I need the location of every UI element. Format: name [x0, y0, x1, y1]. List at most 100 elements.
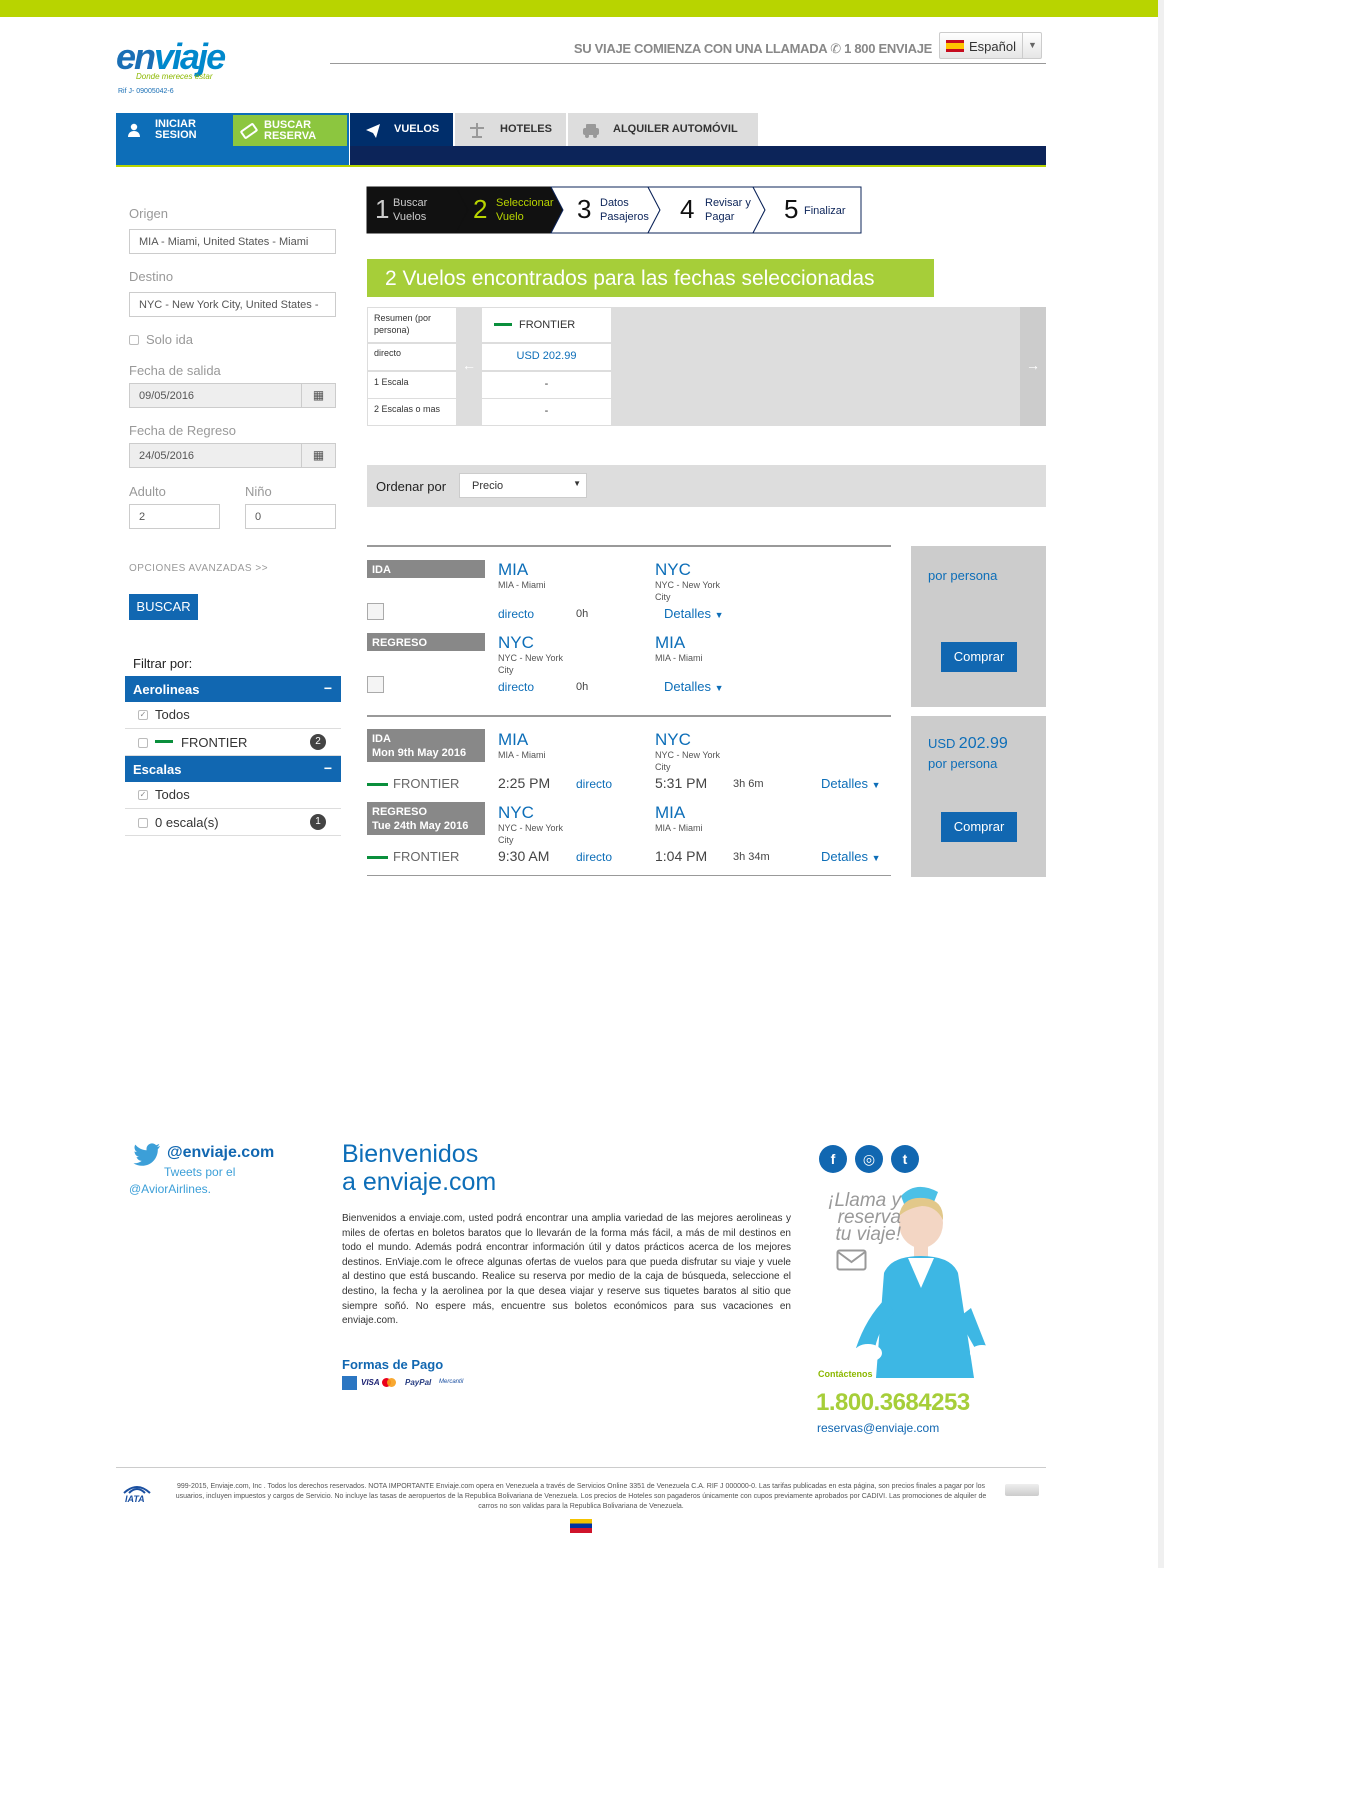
- step-4[interactable]: 4 Revisar y Pagar: [672, 187, 772, 233]
- step-l1: Seleccionar: [496, 197, 554, 209]
- buscar-reserva-button[interactable]: BUSCAR RESERVA: [231, 113, 349, 167]
- regreso-date-input[interactable]: 24/05/2016: [129, 443, 302, 468]
- destino-label: Destino: [129, 269, 174, 284]
- mail-icon: [836, 1249, 867, 1271]
- step-text: Seleccionar Vuelo: [496, 196, 553, 224]
- twitter-icon[interactable]: [132, 1142, 162, 1168]
- escalas-filter-label: Escalas: [133, 762, 182, 777]
- language-select[interactable]: Español ▼: [939, 32, 1042, 59]
- user-icon: [128, 123, 140, 137]
- adulto-input[interactable]: 2: [129, 504, 220, 529]
- detalles-label: Detalles: [664, 606, 711, 621]
- login-button[interactable]: INICIAR SESION: [116, 113, 231, 167]
- step-l1: Datos: [600, 197, 629, 209]
- contact-phone[interactable]: 1.800.3684253: [816, 1389, 970, 1417]
- buscar-button[interactable]: BUSCAR: [129, 594, 198, 620]
- tab-vuelos[interactable]: VUELOS: [350, 113, 453, 146]
- chevron-down-icon: ▼: [871, 780, 881, 790]
- logo-text-en: en: [116, 36, 156, 77]
- checkbox-checked[interactable]: ✓: [138, 790, 148, 800]
- step-num: 4: [680, 194, 695, 224]
- tab-hoteles-label: HOTELES: [500, 123, 552, 135]
- calendar-icon[interactable]: ▦: [301, 383, 336, 408]
- tab-hoteles[interactable]: HOTELES: [455, 113, 566, 146]
- departure-time: 9:30 AM: [498, 848, 550, 864]
- checkbox-checked[interactable]: ✓: [138, 710, 148, 720]
- llama-reserva-text: ¡Llama y reserva tu viaje!: [816, 1191, 901, 1244]
- aerolineas-filter-header[interactable]: Aerolineas −: [125, 676, 341, 702]
- result-card-1: IDA MIA MIA - Miami NYC NYC - New York C…: [367, 545, 891, 715]
- filter-aerolineas-todos[interactable]: ✓ Todos: [125, 702, 341, 729]
- regreso-chip-label: REGRESO: [372, 806, 428, 818]
- origen-input[interactable]: MIA - Miami, United States - Miami: [129, 229, 336, 254]
- step-3[interactable]: 3 Datos Pasajeros: [569, 187, 665, 233]
- count-badge: 2: [310, 734, 326, 750]
- detalles-link[interactable]: Detalles ▼: [664, 606, 724, 621]
- step-2-active[interactable]: 2 Seleccionar Vuelo: [465, 187, 561, 233]
- contact-email[interactable]: reservas@enviaje.com: [817, 1421, 939, 1435]
- stops-label: directo: [576, 777, 613, 791]
- detalles-label: Detalles: [821, 776, 868, 791]
- destino-input[interactable]: NYC - New York City, United States -: [129, 292, 336, 317]
- matrix-prev[interactable]: ←: [456, 307, 482, 426]
- formas-pago-title: Formas de Pago: [342, 1357, 444, 1372]
- checkbox[interactable]: [138, 818, 148, 828]
- checkbox[interactable]: [138, 738, 148, 748]
- partner-logo: [1005, 1484, 1039, 1496]
- chevron-down-icon: ▼: [1022, 33, 1042, 58]
- twitter-handle[interactable]: @enviaje.com: [167, 1144, 274, 1162]
- comprar-button[interactable]: Comprar: [941, 812, 1017, 842]
- step-5[interactable]: 5 Finalizar: [776, 187, 861, 233]
- filter-escalas-0[interactable]: 0 escala(s) 1: [125, 809, 341, 836]
- matrix-row-label: Resumen (por persona): [368, 308, 456, 343]
- amex-icon: [342, 1376, 357, 1390]
- spain-flag-icon: [946, 40, 964, 52]
- step-1[interactable]: 1 Buscar Vuelos: [367, 187, 457, 233]
- facebook-icon[interactable]: f: [819, 1145, 847, 1173]
- welcome-line-2: a enviaje.com: [342, 1168, 497, 1196]
- enviaje-logo[interactable]: enviaje Donde mereces estar Rif J- 09005…: [116, 32, 256, 95]
- collapse-icon[interactable]: −: [324, 760, 332, 776]
- stops-label: directo: [498, 607, 535, 621]
- comprar-button[interactable]: Comprar: [941, 642, 1017, 672]
- payment-methods: VISA PayPal Mercantil: [342, 1376, 477, 1392]
- chevron-down-icon: ▼: [714, 610, 724, 620]
- detalles-link[interactable]: Detalles ▼: [821, 776, 881, 791]
- matrix-empty-cell: -: [482, 399, 611, 426]
- origin-city: MIA - Miami: [498, 750, 546, 760]
- origin-code: MIA: [498, 560, 529, 579]
- filter-airline-frontier[interactable]: FRONTIER 2: [125, 729, 341, 756]
- detalles-link[interactable]: Detalles ▼: [821, 849, 881, 864]
- step-l2: Pagar: [705, 211, 735, 223]
- salida-date-input[interactable]: 09/05/2016: [129, 383, 302, 408]
- collapse-icon[interactable]: −: [324, 680, 332, 696]
- stops-label: directo: [576, 850, 613, 864]
- header-slogan: SU VIAJE COMIENZA CON UNA LLAMADA ✆ 1 80…: [520, 41, 932, 57]
- language-label: Español: [969, 39, 1016, 54]
- solo-ida-label: Solo ida: [146, 332, 193, 347]
- matrix-row-label: directo: [368, 344, 456, 371]
- plane-icon: [366, 124, 380, 138]
- sort-select[interactable]: Precio ▼: [459, 473, 587, 498]
- nino-input[interactable]: 0: [245, 504, 336, 529]
- tweets-account-link[interactable]: @AviorAirlines.: [129, 1182, 211, 1196]
- twitter-icon[interactable]: t: [891, 1145, 919, 1173]
- calendar-icon[interactable]: ▦: [301, 443, 336, 468]
- step-l1: Buscar: [393, 197, 428, 209]
- instagram-icon[interactable]: ◎: [855, 1145, 883, 1173]
- tab-alquiler-automovil[interactable]: ALQUILER AUTOMÓVIL: [568, 113, 758, 146]
- solo-ida-checkbox[interactable]: [129, 335, 139, 345]
- venezuela-flag-icon[interactable]: [570, 1519, 592, 1533]
- opciones-avanzadas-link[interactable]: OPCIONES AVANZADAS >>: [129, 563, 268, 574]
- todos-label: Todos: [155, 707, 190, 722]
- filter-escalas-todos[interactable]: ✓ Todos: [125, 782, 341, 809]
- step-text: Revisar y Pagar: [705, 196, 751, 224]
- slogan-text: SU VIAJE COMIENZA CON UNA LLAMADA: [573, 41, 827, 56]
- detalles-link[interactable]: Detalles ▼: [664, 679, 724, 694]
- matrix-price-cell[interactable]: USD 202.99: [482, 344, 611, 371]
- matrix-airline-header[interactable]: FRONTIER: [482, 308, 611, 343]
- matrix-next[interactable]: →: [1020, 307, 1046, 426]
- escalas-filter-header[interactable]: Escalas −: [125, 756, 341, 782]
- step-num: 3: [577, 194, 592, 224]
- per-person-label: por persona: [928, 756, 998, 771]
